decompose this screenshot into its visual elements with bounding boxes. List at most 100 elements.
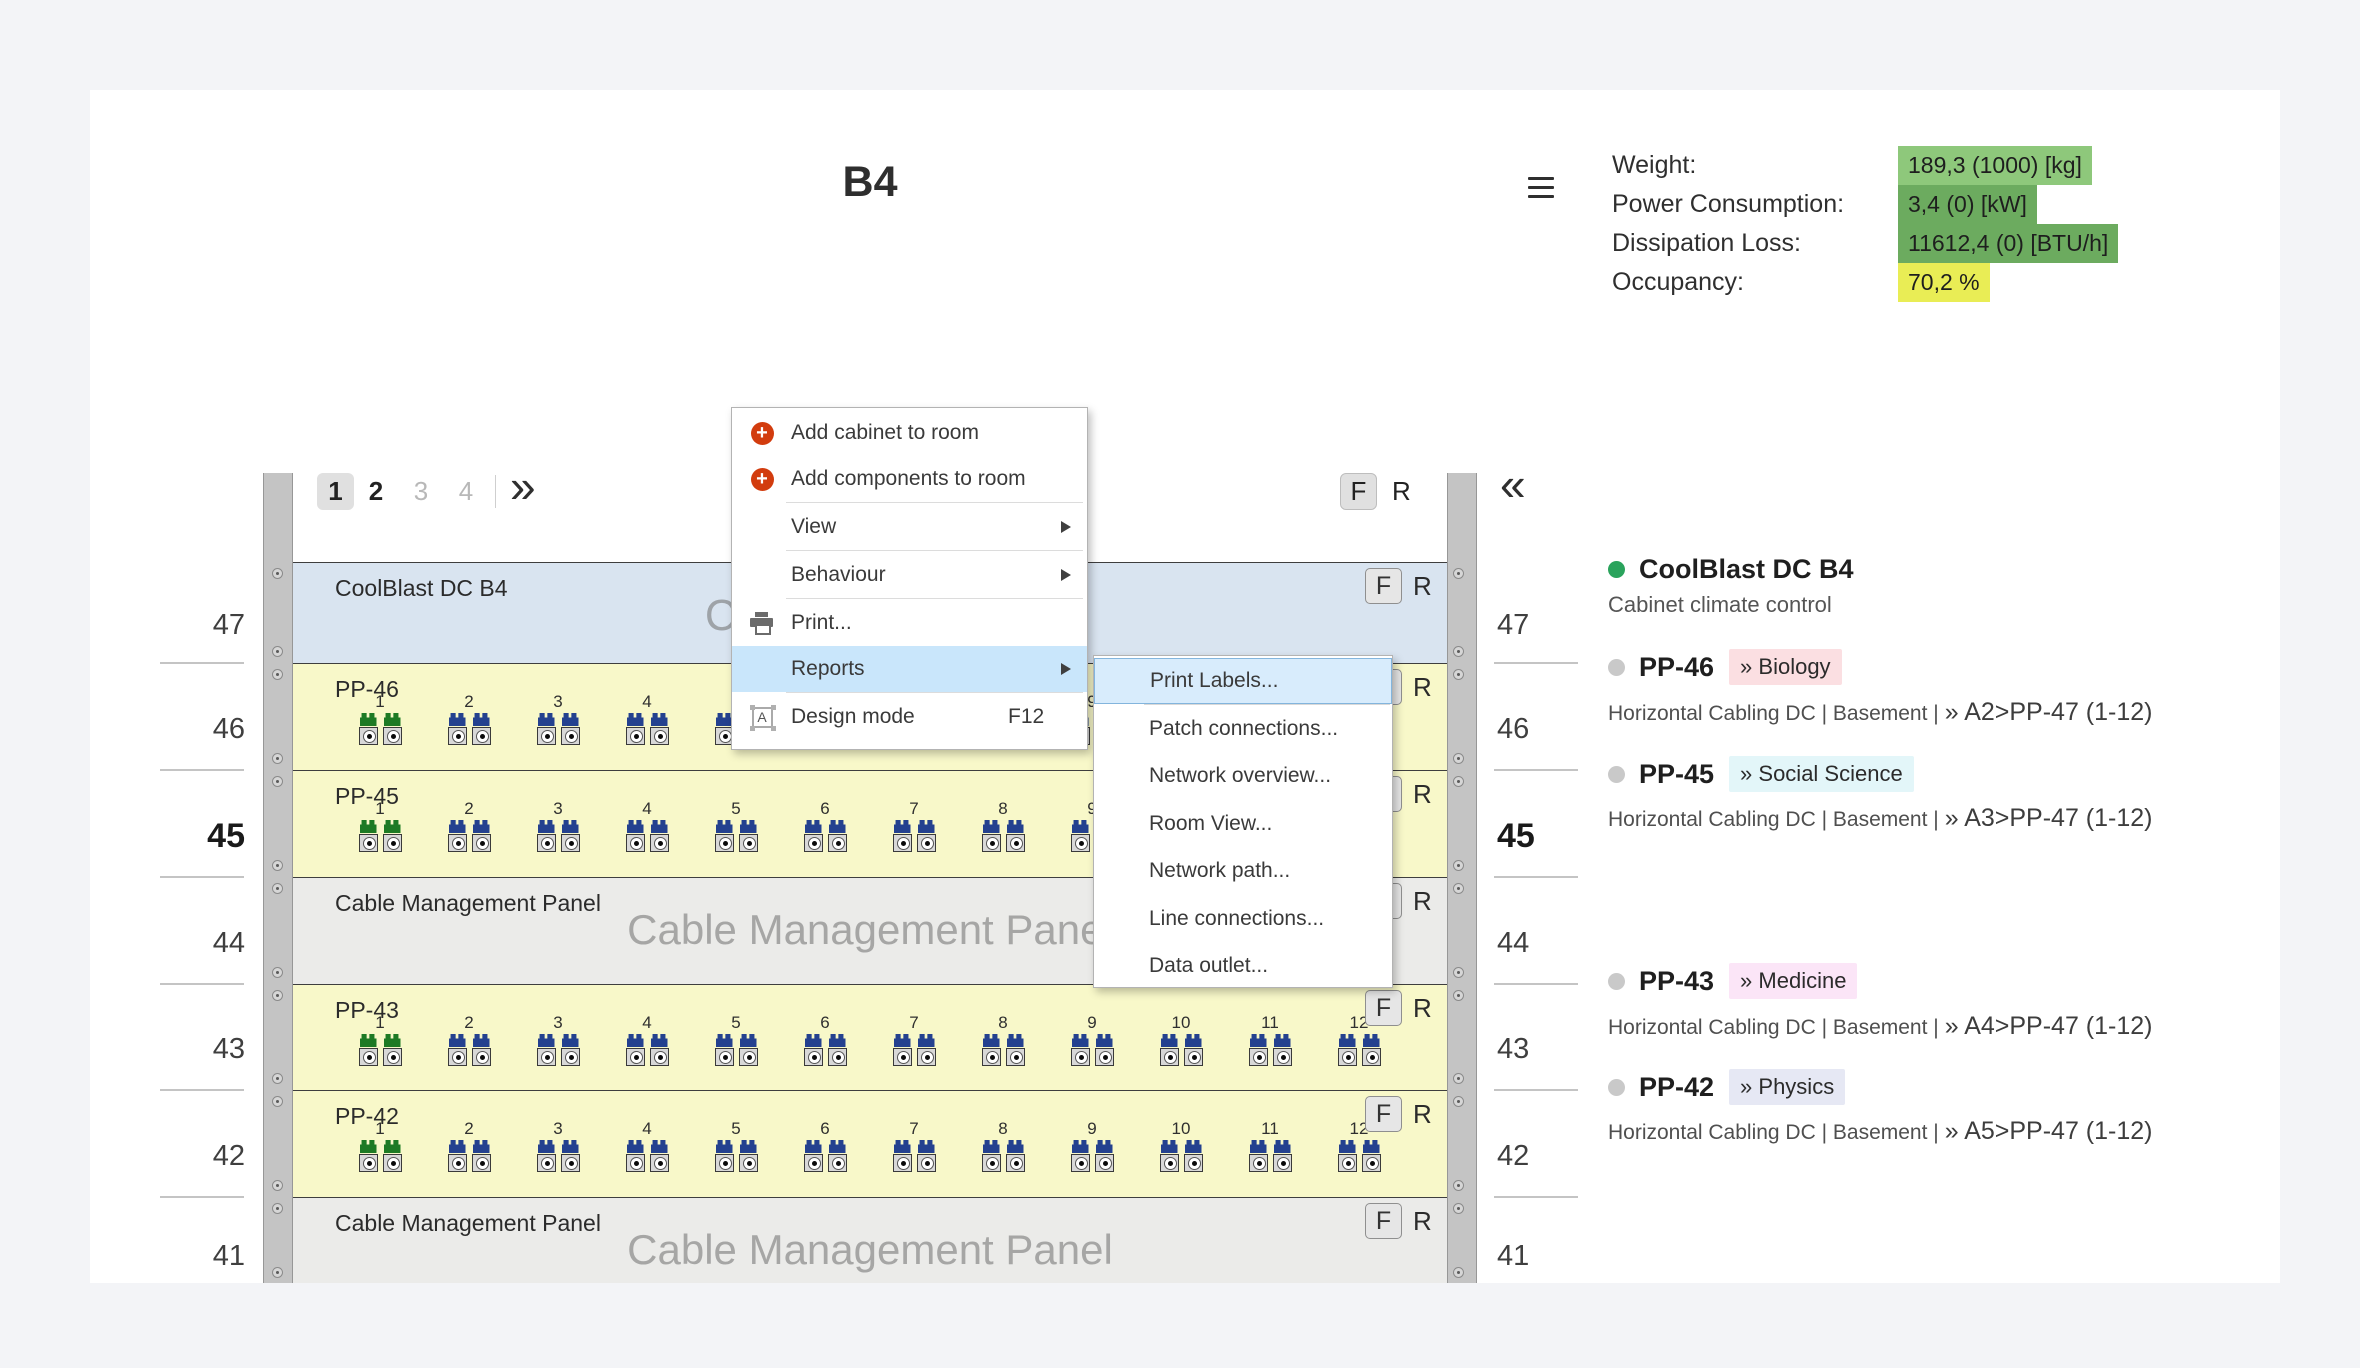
port-8[interactable]: 8 — [977, 799, 1029, 852]
stat-row: Power Consumption:3,4 (0) [kW] — [1612, 185, 2118, 224]
jack-icon — [1272, 1140, 1293, 1172]
plug-icon — [983, 1140, 1000, 1153]
row-face-rear-button[interactable]: R — [1413, 672, 1432, 703]
menu-item-reports[interactable]: Reports — [732, 646, 1087, 692]
row-face-rear-button[interactable]: R — [1413, 1206, 1432, 1237]
port-8[interactable]: 8 — [977, 1013, 1029, 1066]
menu-item-design-mode[interactable]: ADesign modeF12 — [732, 694, 1087, 740]
unit-divider — [1494, 769, 1578, 771]
port-1[interactable]: 1 — [354, 692, 406, 745]
row-face-rear-button[interactable]: R — [1413, 571, 1432, 602]
stat-value: 3,4 (0) [kW] — [1898, 185, 2037, 224]
jack-face-icon — [917, 834, 936, 852]
unit-number-right-45: 45 — [1497, 819, 1592, 853]
port-3[interactable]: 3 — [532, 1119, 584, 1172]
jack-face-icon — [472, 834, 491, 852]
rack-panel-pp-42[interactable]: PP-42123456789101112FR — [293, 1090, 1447, 1197]
port-10[interactable]: 10 — [1155, 1119, 1207, 1172]
row-face-rear-button[interactable]: R — [1413, 993, 1432, 1024]
jack-icon — [536, 713, 557, 745]
row-face-rear-button[interactable]: R — [1413, 1099, 1432, 1130]
stat-value: 70,2 % — [1898, 263, 1990, 302]
jack-face-icon — [917, 1048, 936, 1066]
port-number: 8 — [977, 1013, 1029, 1033]
port-10[interactable]: 10 — [1155, 1013, 1207, 1066]
port-4[interactable]: 4 — [621, 1013, 673, 1066]
port-8[interactable]: 8 — [977, 1119, 1029, 1172]
submenu-item-print-labels-[interactable]: Print Labels... — [1094, 658, 1392, 704]
port-4[interactable]: 4 — [621, 692, 673, 745]
jack-icon — [358, 1034, 379, 1066]
port-11[interactable]: 11 — [1244, 1119, 1296, 1172]
menu-item-add-components-to-room[interactable]: +Add components to room — [732, 456, 1087, 502]
row-face-front-button[interactable]: F — [1365, 990, 1402, 1026]
row-face-front-button[interactable]: F — [1365, 1096, 1402, 1132]
rack-panel-cable-management-panel[interactable]: Cable Management PanelCable Management P… — [293, 1197, 1447, 1283]
plug-icon — [651, 820, 668, 833]
stat-row: Weight:189,3 (1000) [kg] — [1612, 146, 2118, 185]
port-2[interactable]: 2 — [443, 799, 495, 852]
row-face-front-button[interactable]: F — [1365, 568, 1402, 604]
row-face-front-button[interactable]: F — [1365, 1203, 1402, 1239]
port-2[interactable]: 2 — [443, 1119, 495, 1172]
plug-icon — [1339, 1034, 1356, 1047]
plug-icon — [360, 820, 377, 833]
jack-icon — [1094, 1140, 1115, 1172]
port-5[interactable]: 5 — [710, 1013, 762, 1066]
port-jacks — [1155, 1034, 1207, 1066]
submenu-item-patch-connections-[interactable]: Patch connections... — [1094, 706, 1392, 752]
port-6[interactable]: 6 — [799, 1119, 851, 1172]
port-9[interactable]: 9 — [1066, 1119, 1118, 1172]
stat-value: 11612,4 (0) [BTU/h] — [1898, 224, 2118, 263]
rack-panel-pp-43[interactable]: PP-43123456789101112FR — [293, 984, 1447, 1090]
menu-item-behaviour[interactable]: Behaviour — [732, 552, 1087, 598]
row-face-rear-button[interactable]: R — [1413, 886, 1432, 917]
port-number: 1 — [354, 1013, 406, 1033]
port-5[interactable]: 5 — [710, 1119, 762, 1172]
submenu-item-room-view-[interactable]: Room View... — [1094, 801, 1392, 847]
jack-face-icon — [448, 1048, 467, 1066]
menu-item-view[interactable]: View — [732, 504, 1087, 550]
submenu-item-network-path-[interactable]: Network path... — [1094, 848, 1392, 894]
port-6[interactable]: 6 — [799, 1013, 851, 1066]
port-7[interactable]: 7 — [888, 799, 940, 852]
port-6[interactable]: 6 — [799, 799, 851, 852]
jack-icon — [649, 713, 670, 745]
port-number: 3 — [532, 692, 584, 712]
submenu-item-line-connections-[interactable]: Line connections... — [1094, 896, 1392, 942]
jack-face-icon — [561, 834, 580, 852]
port-3[interactable]: 3 — [532, 1013, 584, 1066]
port-number: 11 — [1244, 1013, 1296, 1033]
port-5[interactable]: 5 — [710, 799, 762, 852]
menu-item-add-cabinet-to-room[interactable]: +Add cabinet to room — [732, 410, 1087, 456]
port-1[interactable]: 1 — [354, 1013, 406, 1066]
collapse-icon[interactable]: « — [1500, 464, 1526, 504]
port-1[interactable]: 1 — [354, 1119, 406, 1172]
screw-icon — [272, 646, 283, 657]
port-11[interactable]: 11 — [1244, 1013, 1296, 1066]
port-2[interactable]: 2 — [443, 692, 495, 745]
jack-face-icon — [1249, 1048, 1268, 1066]
port-7[interactable]: 7 — [888, 1013, 940, 1066]
port-2[interactable]: 2 — [443, 1013, 495, 1066]
port-3[interactable]: 3 — [532, 799, 584, 852]
screw-icon — [272, 568, 283, 579]
menu-item-print-[interactable]: Print... — [732, 600, 1087, 646]
submenu-item-network-overview-[interactable]: Network overview... — [1094, 753, 1392, 799]
jack-face-icon — [1071, 1048, 1090, 1066]
port-9[interactable]: 9 — [1066, 1013, 1118, 1066]
port-3[interactable]: 3 — [532, 692, 584, 745]
jack-face-icon — [359, 834, 378, 852]
port-1[interactable]: 1 — [354, 799, 406, 852]
port-4[interactable]: 4 — [621, 1119, 673, 1172]
row-face-rear-button[interactable]: R — [1413, 779, 1432, 810]
port-7[interactable]: 7 — [888, 1119, 940, 1172]
submenu-item-data-outlet-[interactable]: Data outlet... — [1094, 943, 1392, 989]
plug-icon — [562, 1034, 579, 1047]
submenu-arrow-icon — [1061, 521, 1071, 533]
port-4[interactable]: 4 — [621, 799, 673, 852]
plug-icon — [360, 1140, 377, 1153]
screw-icon — [1453, 883, 1464, 894]
screw-icon — [1453, 568, 1464, 579]
hamburger-menu-icon[interactable] — [1528, 177, 1554, 201]
